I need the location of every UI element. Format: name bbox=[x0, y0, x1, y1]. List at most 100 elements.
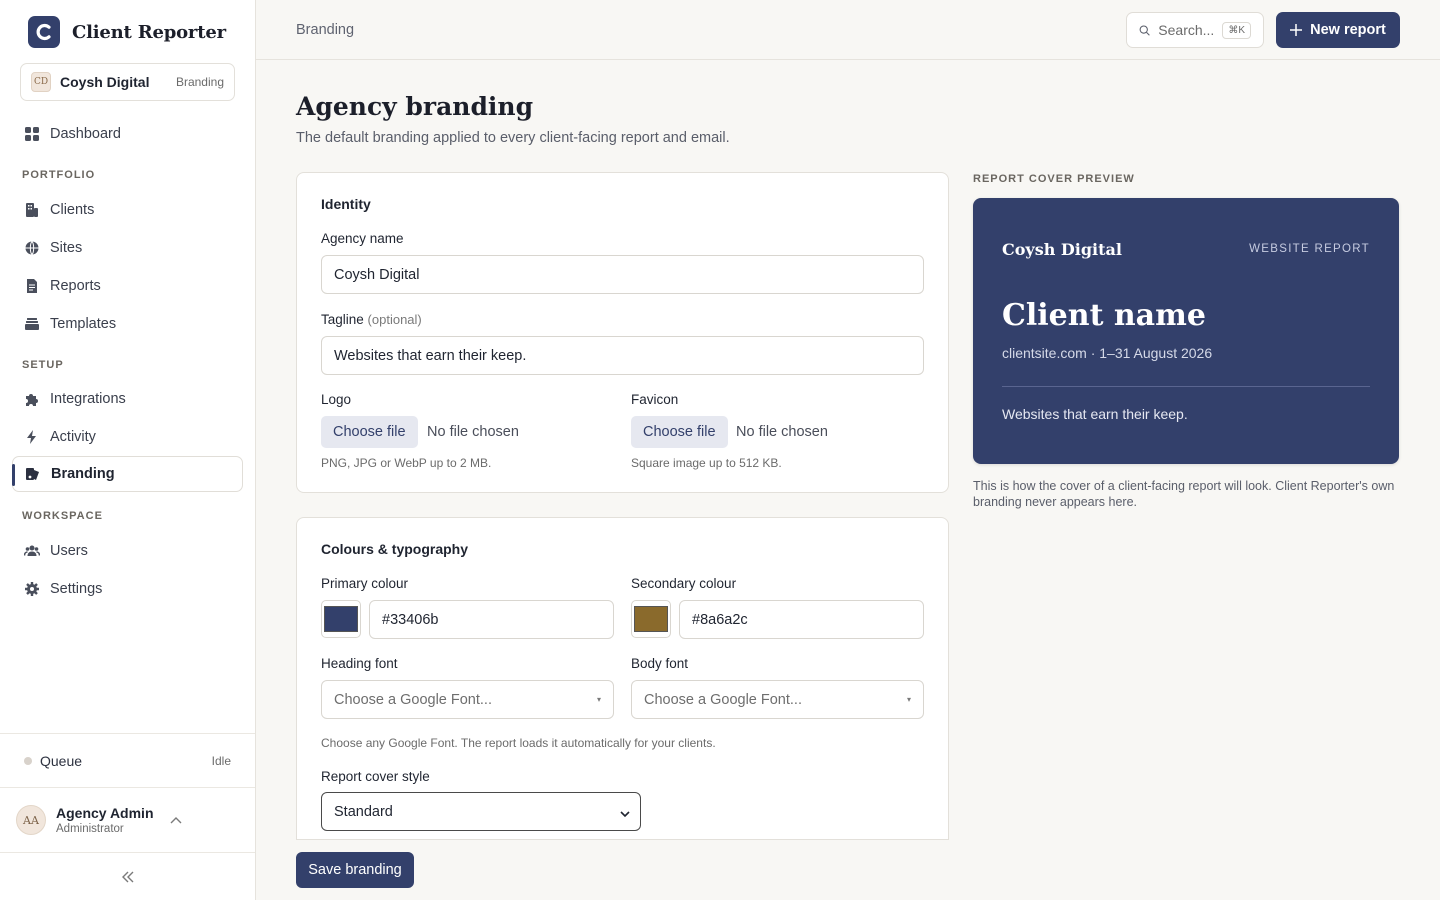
app-brand[interactable]: Client Reporter bbox=[28, 16, 226, 48]
org-name: Coysh Digital bbox=[60, 74, 150, 90]
sidebar-item-branding[interactable]: Branding bbox=[12, 456, 243, 492]
plus-icon bbox=[1290, 24, 1303, 36]
cover-meta: clientsite.com · 1–31 August 2026 bbox=[1002, 345, 1213, 361]
sidebar-item-label: Clients bbox=[50, 202, 95, 218]
tagline-field[interactable]: Websites that earn their keep. bbox=[321, 336, 924, 375]
favicon-label: Favicon bbox=[631, 392, 679, 407]
user-menu[interactable]: AA Agency Admin Administrator bbox=[0, 787, 255, 852]
favicon-file-status: No file chosen bbox=[736, 424, 828, 440]
section-setup: SETUP bbox=[22, 359, 64, 371]
queue-status: Idle bbox=[211, 753, 231, 768]
body-font-select[interactable]: Choose a Google Font... ▾ bbox=[631, 680, 924, 719]
colours-typography-card: Colours & typography Primary colour #334… bbox=[296, 517, 949, 840]
avatar: AA bbox=[16, 805, 46, 835]
chevron-up-icon[interactable] bbox=[170, 811, 182, 829]
preview-label: REPORT COVER PREVIEW bbox=[973, 173, 1135, 185]
collapse-sidebar-button[interactable] bbox=[0, 852, 255, 900]
org-tag: Branding bbox=[175, 75, 224, 89]
cover-style-select[interactable]: Standard bbox=[321, 792, 641, 831]
sidebar: Client Reporter CD Coysh Digital Brandin… bbox=[0, 0, 256, 900]
sidebar-item-activity[interactable]: Activity bbox=[12, 419, 243, 455]
puzzle-icon bbox=[26, 394, 38, 406]
user-role: Administrator bbox=[56, 823, 124, 835]
favicon-choose-file-button[interactable]: Choose file bbox=[631, 416, 728, 448]
sidebar-item-integrations[interactable]: Integrations bbox=[12, 381, 243, 417]
sidebar-item-templates[interactable]: Templates bbox=[12, 306, 243, 342]
secondary-colour-field[interactable]: #8a6a2c bbox=[679, 600, 924, 639]
sidebar-item-settings[interactable]: Settings bbox=[12, 571, 243, 607]
page-subtitle: The default branding applied to every cl… bbox=[296, 130, 730, 146]
globe-icon bbox=[25, 241, 39, 255]
queue-label: Queue bbox=[40, 752, 83, 769]
cover-tagline: Websites that earn their keep. bbox=[1002, 406, 1188, 422]
preview-note: This is how the cover of a client-facing… bbox=[973, 479, 1395, 509]
users-icon bbox=[24, 545, 40, 556]
report-cover-preview: Coysh Digital WEBSITE REPORT Client name… bbox=[973, 198, 1399, 464]
new-report-label: New report bbox=[1310, 22, 1386, 38]
sidebar-item-label: Branding bbox=[51, 466, 115, 482]
sidebar-item-sites[interactable]: Sites bbox=[12, 230, 243, 266]
sidebar-item-clients[interactable]: Clients bbox=[12, 192, 243, 228]
queue-status-row[interactable]: Queue Idle bbox=[0, 733, 255, 787]
document-icon bbox=[27, 279, 37, 293]
cover-report-kind: WEBSITE REPORT bbox=[1249, 243, 1370, 255]
font-hint: Choose any Google Font. The report loads… bbox=[321, 736, 716, 750]
sidebar-item-label: Integrations bbox=[50, 391, 126, 407]
double-chevron-left-icon bbox=[121, 871, 133, 882]
optional-tag: (optional) bbox=[367, 312, 422, 327]
search-input[interactable]: Search... ⌘K bbox=[1126, 12, 1264, 48]
section-workspace: WORKSPACE bbox=[22, 510, 103, 522]
identity-card: Identity Agency name Coysh Digital Tagli… bbox=[296, 172, 949, 493]
card-title: Colours & typography bbox=[321, 541, 469, 557]
search-placeholder: Search... bbox=[1158, 22, 1215, 38]
card-title: Identity bbox=[321, 196, 371, 212]
sidebar-item-label: Settings bbox=[50, 581, 103, 597]
top-bar: Branding Search... ⌘K New report bbox=[256, 0, 1440, 60]
sidebar-item-users[interactable]: Users bbox=[12, 533, 243, 569]
breadcrumb: Branding bbox=[296, 22, 355, 38]
cover-agency-name: Coysh Digital bbox=[1002, 240, 1122, 259]
org-avatar: CD bbox=[31, 72, 51, 92]
heading-font-label: Heading font bbox=[321, 656, 398, 671]
sidebar-item-label: Sites bbox=[50, 240, 83, 256]
sidebar-item-label: Templates bbox=[50, 316, 117, 332]
app-logo-icon bbox=[28, 16, 60, 48]
dashboard-icon bbox=[25, 127, 39, 141]
chevron-down-icon: ▾ bbox=[596, 695, 601, 704]
sidebar-item-label: Reports bbox=[50, 278, 101, 294]
brush-icon bbox=[26, 468, 39, 480]
favicon-hint: Square image up to 512 KB. bbox=[631, 456, 782, 470]
primary-colour-field[interactable]: #33406b bbox=[369, 600, 614, 639]
body-font-label: Body font bbox=[631, 656, 689, 671]
logo-choose-file-button[interactable]: Choose file bbox=[321, 416, 418, 448]
tagline-label-text: Tagline bbox=[321, 312, 364, 327]
primary-colour-picker[interactable] bbox=[321, 600, 361, 638]
agency-name-label: Agency name bbox=[321, 231, 404, 246]
chevron-down-icon: ▾ bbox=[906, 695, 911, 704]
cover-divider bbox=[1002, 386, 1370, 387]
agency-name-field[interactable]: Coysh Digital bbox=[321, 255, 924, 294]
gear-icon bbox=[25, 582, 39, 596]
save-branding-button[interactable]: Save branding bbox=[296, 852, 414, 888]
logo-label: Logo bbox=[321, 392, 352, 407]
sidebar-item-dashboard[interactable]: Dashboard bbox=[12, 116, 243, 152]
search-shortcut: ⌘K bbox=[1222, 21, 1251, 39]
logo-hint: PNG, JPG or WebP up to 2 MB. bbox=[321, 456, 492, 470]
heading-font-select[interactable]: Choose a Google Font... ▾ bbox=[321, 680, 614, 719]
sidebar-item-label: Activity bbox=[50, 429, 96, 445]
status-dot-icon bbox=[24, 756, 32, 765]
sidebar-item-reports[interactable]: Reports bbox=[12, 268, 243, 304]
cover-client-name: Client name bbox=[1002, 298, 1206, 333]
tagline-label: Tagline (optional) bbox=[321, 312, 422, 327]
secondary-colour-picker[interactable] bbox=[631, 600, 671, 638]
chevron-down-icon bbox=[620, 806, 630, 822]
section-portfolio: PORTFOLIO bbox=[22, 169, 96, 181]
org-switcher[interactable]: CD Coysh Digital Branding bbox=[20, 63, 235, 101]
secondary-colour-label: Secondary colour bbox=[631, 576, 737, 591]
bolt-icon bbox=[27, 430, 36, 444]
logo-file-status: No file chosen bbox=[427, 424, 519, 440]
cover-style-label: Report cover style bbox=[321, 769, 430, 784]
new-report-button[interactable]: New report bbox=[1276, 12, 1400, 48]
search-icon bbox=[1139, 24, 1150, 36]
app-name: Client Reporter bbox=[72, 21, 226, 43]
